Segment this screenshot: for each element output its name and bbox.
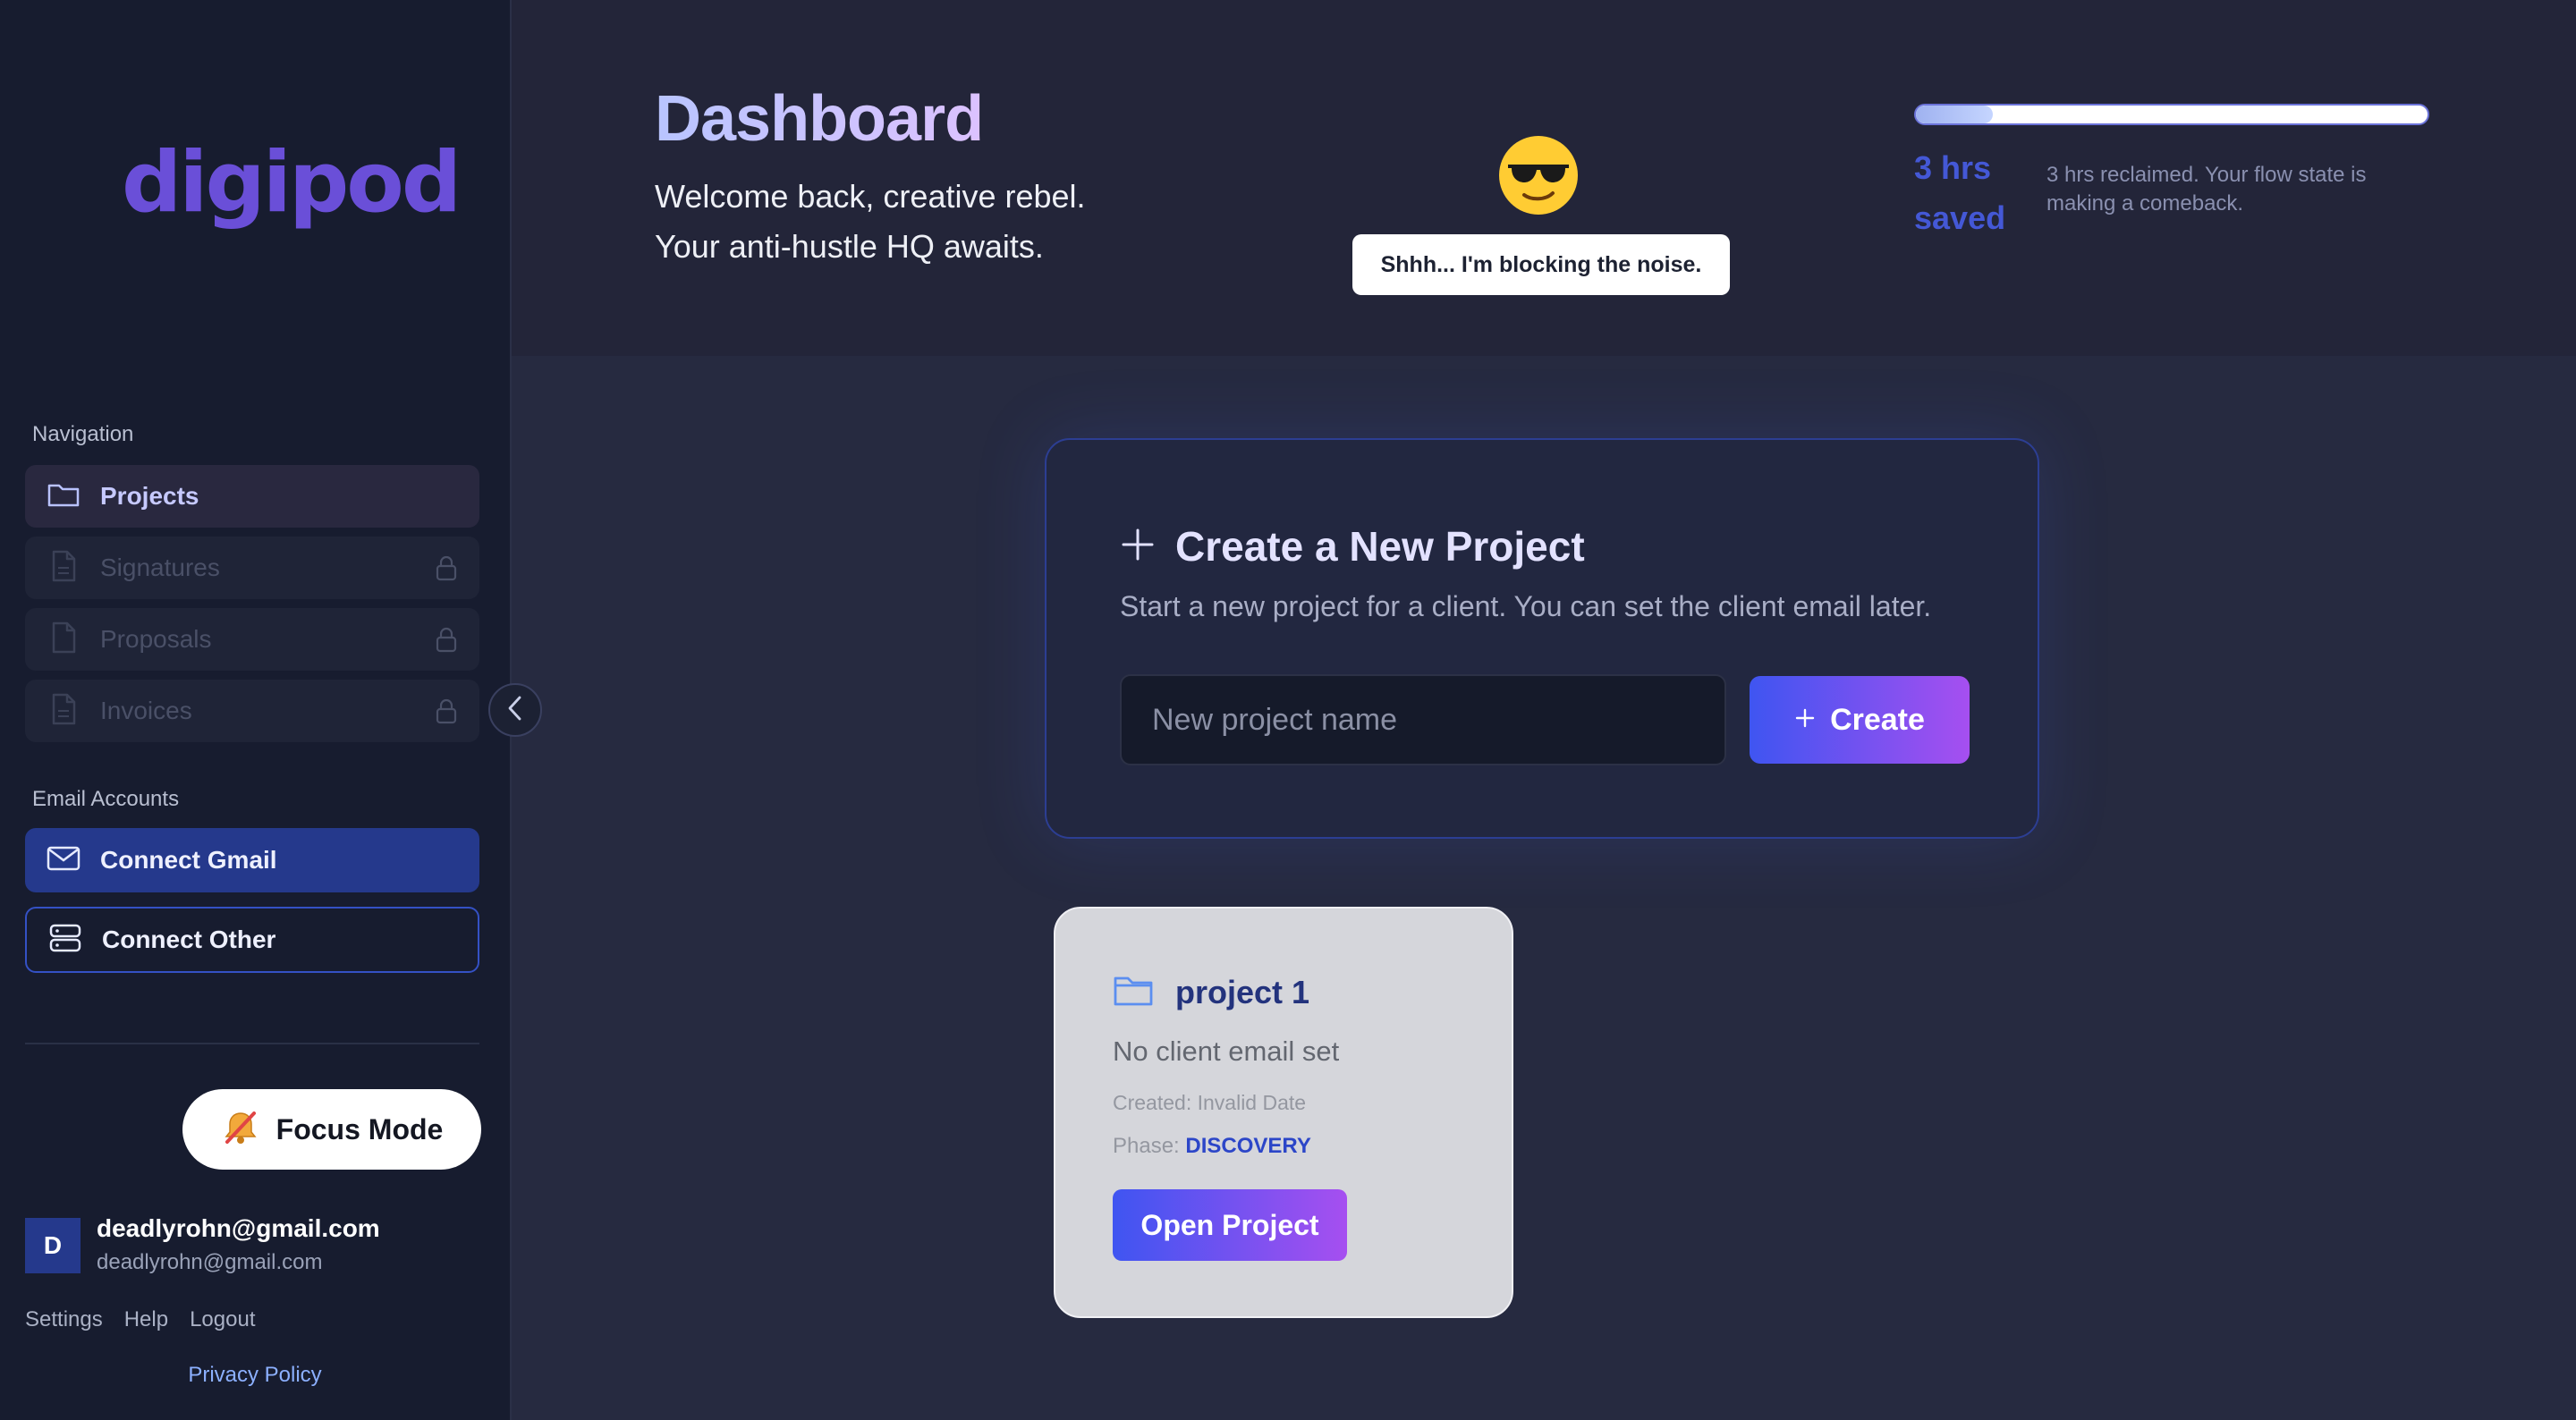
project-phase-label: Phase: [1113, 1134, 1180, 1158]
lock-icon [435, 554, 458, 586]
digipod-logo[interactable]: digipod [122, 134, 462, 232]
project-created-date: Created: Invalid Date [1113, 1091, 1307, 1114]
project-name-input[interactable] [1120, 674, 1726, 765]
file-icon [47, 550, 80, 587]
file-icon [47, 693, 80, 730]
folder-icon [47, 480, 80, 513]
file-icon [47, 621, 80, 658]
project-phase-value: DISCOVERY [1185, 1134, 1311, 1158]
time-saved-progress [1914, 104, 2429, 125]
sidebar-item-label: Proposals [100, 625, 212, 653]
connect-gmail-label: Connect Gmail [100, 846, 277, 874]
settings-link[interactable]: Settings [25, 1307, 103, 1332]
open-project-button[interactable]: Open Project [1113, 1189, 1347, 1261]
create-project-heading: Create a New Project [1120, 522, 1585, 571]
user-name: deadlyrohn@gmail.com [97, 1214, 380, 1242]
email-accounts-heading: Email Accounts [32, 787, 180, 811]
navigation-heading: Navigation [32, 422, 134, 446]
project-card[interactable]: project 1 No client email set Created: I… [1054, 907, 1513, 1318]
connect-gmail-button[interactable]: Connect Gmail [25, 828, 479, 892]
sidebar-divider [25, 1043, 479, 1044]
sunglasses-emoji-icon[interactable] [1496, 132, 1581, 218]
open-project-label: Open Project [1140, 1208, 1319, 1241]
sidebar: digipod Navigation Projects Signatures P… [0, 0, 512, 1420]
bell-off-icon [221, 1108, 260, 1152]
logo-text: digipod [122, 134, 462, 232]
create-project-title: Create a New Project [1175, 523, 1585, 570]
plus-icon [1794, 707, 1816, 733]
user-email: deadlyrohn@gmail.com [97, 1250, 323, 1274]
sidebar-item-label: Signatures [100, 554, 220, 581]
connect-other-button[interactable]: Connect Other [25, 907, 479, 973]
folder-icon [1113, 973, 1154, 1011]
hours-saved-value: 3 hrs [1914, 149, 1992, 186]
chevron-left-icon [505, 695, 525, 726]
hours-saved-label: saved [1914, 199, 2006, 236]
lock-icon [435, 626, 458, 657]
collapse-sidebar-button[interactable] [488, 683, 542, 737]
sidebar-item-projects[interactable]: Projects [25, 465, 479, 528]
welcome-line-2: Your anti-hustle HQ awaits. [655, 228, 1044, 265]
sidebar-item-signatures[interactable]: Signatures [25, 537, 479, 599]
hours-saved: 3 hrs saved [1914, 143, 2021, 243]
progress-fill [1916, 106, 1993, 123]
sidebar-item-proposals[interactable]: Proposals [25, 608, 479, 671]
dashboard-header: Dashboard Welcome back, creative rebel. … [512, 0, 2576, 356]
help-link[interactable]: Help [124, 1307, 168, 1332]
welcome-message: Welcome back, creative rebel. Your anti-… [655, 172, 1086, 272]
project-phase: Phase: DISCOVERY [1113, 1134, 1311, 1159]
sidebar-item-label: Projects [100, 482, 199, 510]
logout-link[interactable]: Logout [190, 1307, 255, 1332]
footer-links: Settings Help Logout [25, 1307, 255, 1332]
emoji-tooltip: Shhh... I'm blocking the noise. [1352, 234, 1730, 295]
create-project-description: Start a new project for a client. You ca… [1120, 590, 1932, 622]
focus-mode-button[interactable]: Focus Mode [182, 1089, 481, 1170]
server-icon [48, 923, 82, 958]
page-title: Dashboard [655, 83, 984, 155]
sidebar-item-label: Invoices [100, 697, 192, 724]
project-client-email: No client email set [1113, 1035, 1340, 1067]
sidebar-item-invoices[interactable]: Invoices [25, 680, 479, 742]
plus-icon [1120, 527, 1156, 567]
create-button[interactable]: Create [1750, 676, 1970, 764]
connect-other-label: Connect Other [102, 926, 276, 953]
project-name: project 1 [1175, 973, 1310, 1010]
hours-saved-note: 3 hrs reclaimed. Your flow state is maki… [2046, 163, 2367, 216]
avatar: D [25, 1218, 80, 1273]
project-title-row: project 1 [1113, 973, 1309, 1011]
create-project-card: Create a New Project Start a new project… [1045, 438, 2039, 839]
mail-icon [47, 845, 80, 876]
lock-icon [435, 697, 458, 729]
privacy-policy-link[interactable]: Privacy Policy [0, 1363, 510, 1388]
create-button-label: Create [1830, 702, 1925, 737]
focus-mode-label: Focus Mode [275, 1112, 444, 1145]
welcome-line-1: Welcome back, creative rebel. [655, 178, 1086, 215]
